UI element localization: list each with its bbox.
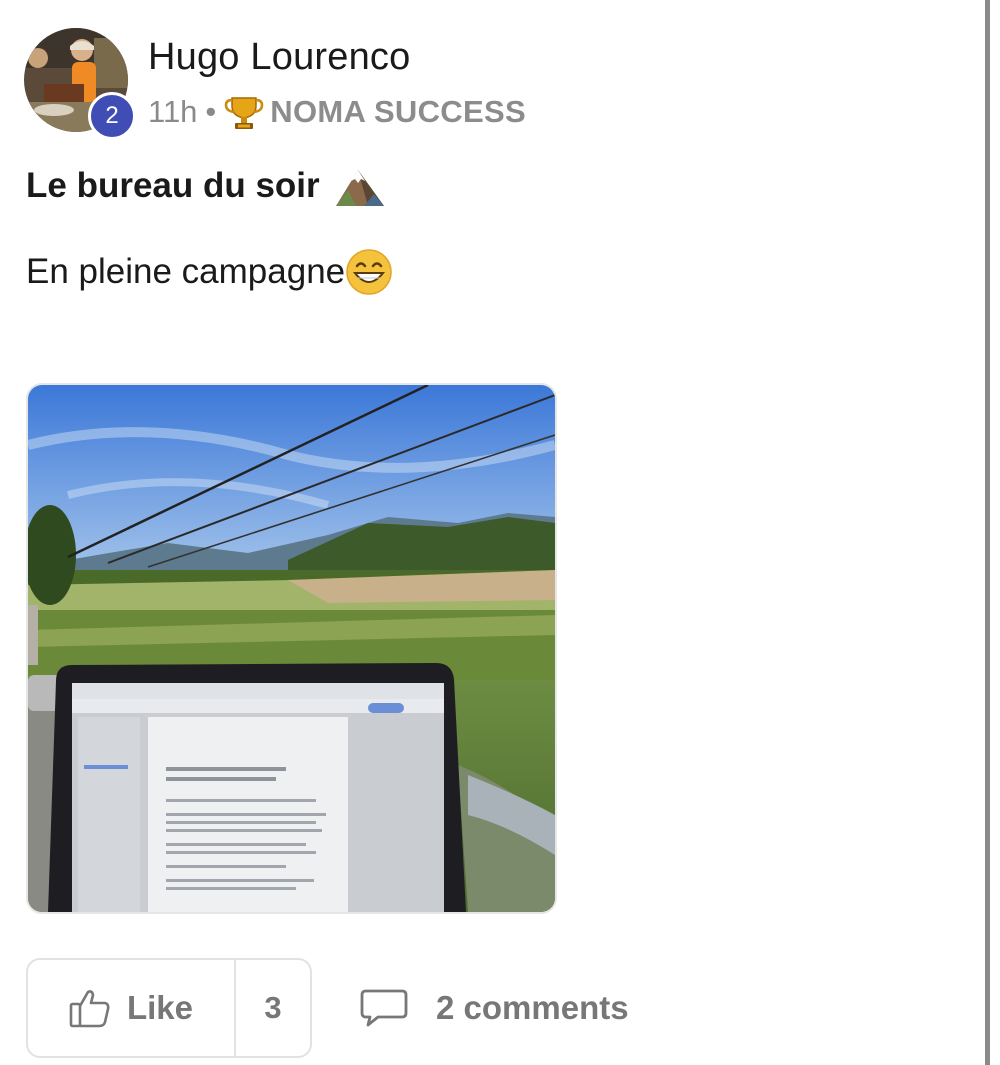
post-title-row: Le bureau du soir [26,164,386,208]
like-group: Like 3 [26,958,312,1058]
post-title: Le bureau du soir [26,166,320,205]
grinning-face-icon [346,249,392,295]
comments-button[interactable]: 2 comments [360,976,629,1040]
post-text: En pleine campagne [26,252,346,291]
author-name[interactable]: Hugo Lourenco [148,36,410,79]
scrollbar-edge [985,0,990,1065]
thumbs-up-icon [69,990,110,1028]
comments-label: 2 comments [436,989,629,1026]
post-time: 11h [148,94,198,129]
trophy-icon [225,97,264,129]
author-avatar[interactable]: 2 [24,28,136,140]
level-badge: 2 [88,92,136,140]
like-button[interactable]: Like [28,960,236,1056]
post-card: 2 Hugo Lourenco 11h • NOMA SUCCESS Le bu… [0,0,1000,1065]
like-count[interactable]: 3 [236,960,310,1056]
like-label: Like [126,989,194,1026]
post-photo[interactable] [26,383,557,914]
mountain-icon [335,170,384,206]
category-link[interactable]: NOMA SUCCESS [270,94,526,130]
post-meta: 11h • NOMA SUCCESS [148,92,526,132]
comment-icon [360,989,408,1027]
meta-separator: • [205,94,217,129]
landscape-photo [28,385,555,912]
post-body: En pleine campagne [26,248,393,296]
